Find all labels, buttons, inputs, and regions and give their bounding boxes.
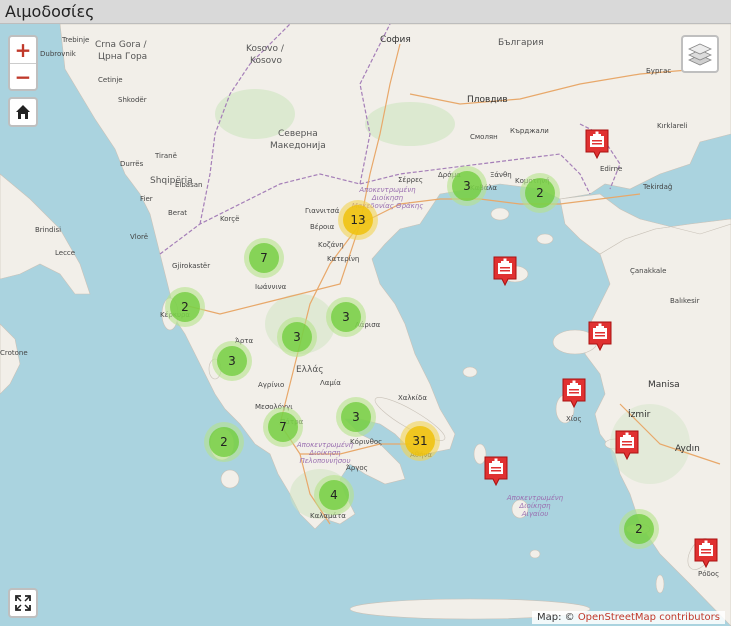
title-bar: Αιμοδοσίες [0,0,731,24]
hospital-marker[interactable] [584,128,610,160]
karpathos [655,574,665,594]
map-attribution: Map: © OpenStreetMap contributors [531,611,725,624]
marker-cluster[interactable]: 13 [338,200,378,240]
hospital-marker[interactable] [492,255,518,287]
osm-attribution-link[interactable]: OpenStreetMap contributors [578,612,720,623]
hospital-marker[interactable] [587,320,613,352]
cluster-count: 3 [452,171,482,201]
layers-button[interactable] [681,35,719,73]
cluster-count: 3 [282,322,312,352]
fullscreen-icon [15,595,31,611]
app-window: Αιμοδοσίες Trebinje Dubrovnik Crna Gora … [0,0,731,630]
hospital-icon [562,378,586,409]
attribution-prefix: Map: © [536,612,575,623]
fullscreen-button[interactable] [8,588,38,618]
zakynthos [220,469,240,489]
cluster-count: 2 [209,427,239,457]
hospital-icon [585,129,609,160]
thasos [490,207,510,221]
italy-heel [0,173,91,295]
marker-cluster[interactable]: 3 [212,341,252,381]
marker-cluster[interactable]: 3 [326,297,366,337]
italy-toe [0,323,21,395]
marker-cluster[interactable]: 3 [277,317,317,357]
hospital-icon [694,538,718,569]
hospital-icon [484,456,508,487]
cluster-count: 3 [331,302,361,332]
cluster-count: 7 [268,412,298,442]
marker-cluster[interactable]: 31 [400,421,440,461]
marker-cluster[interactable]: 2 [619,509,659,549]
marker-cluster[interactable]: 2 [520,173,560,213]
map-view[interactable]: Trebinje Dubrovnik Crna Gora / Црна Гора… [0,24,731,626]
marker-cluster[interactable]: 2 [165,287,205,327]
cluster-count: 2 [170,292,200,322]
hospital-marker[interactable] [614,429,640,461]
marker-cluster[interactable]: 4 [314,475,354,515]
marker-cluster[interactable]: 3 [336,397,376,437]
park-area [215,89,295,139]
layers-icon [688,43,712,66]
cluster-count: 3 [341,402,371,432]
marker-cluster[interactable]: 7 [244,238,284,278]
santorini [529,549,541,559]
cluster-count: 4 [319,480,349,510]
hospital-icon [493,256,517,287]
hospital-icon [588,321,612,352]
marker-cluster[interactable]: 2 [204,422,244,462]
samothraki [536,233,554,245]
hospital-marker[interactable] [483,455,509,487]
page-title: Αιμοδοσίες [5,2,95,21]
cluster-count: 13 [343,205,373,235]
hospital-marker[interactable] [561,377,587,409]
cluster-count: 2 [525,178,555,208]
cluster-count: 2 [624,514,654,544]
cluster-count: 31 [405,426,435,456]
skyros [462,366,478,378]
marker-cluster[interactable]: 3 [447,166,487,206]
hospital-marker[interactable] [693,537,719,569]
home-icon [16,105,30,119]
hospital-icon [615,430,639,461]
cluster-count: 7 [249,243,279,273]
zoom-out-button[interactable]: − [10,64,36,90]
zoom-control: + − [8,35,38,91]
zoom-in-button[interactable]: + [10,37,36,64]
marker-cluster[interactable]: 7 [263,407,303,447]
naxos [511,499,529,519]
home-button[interactable] [8,97,38,127]
cluster-count: 3 [217,346,247,376]
